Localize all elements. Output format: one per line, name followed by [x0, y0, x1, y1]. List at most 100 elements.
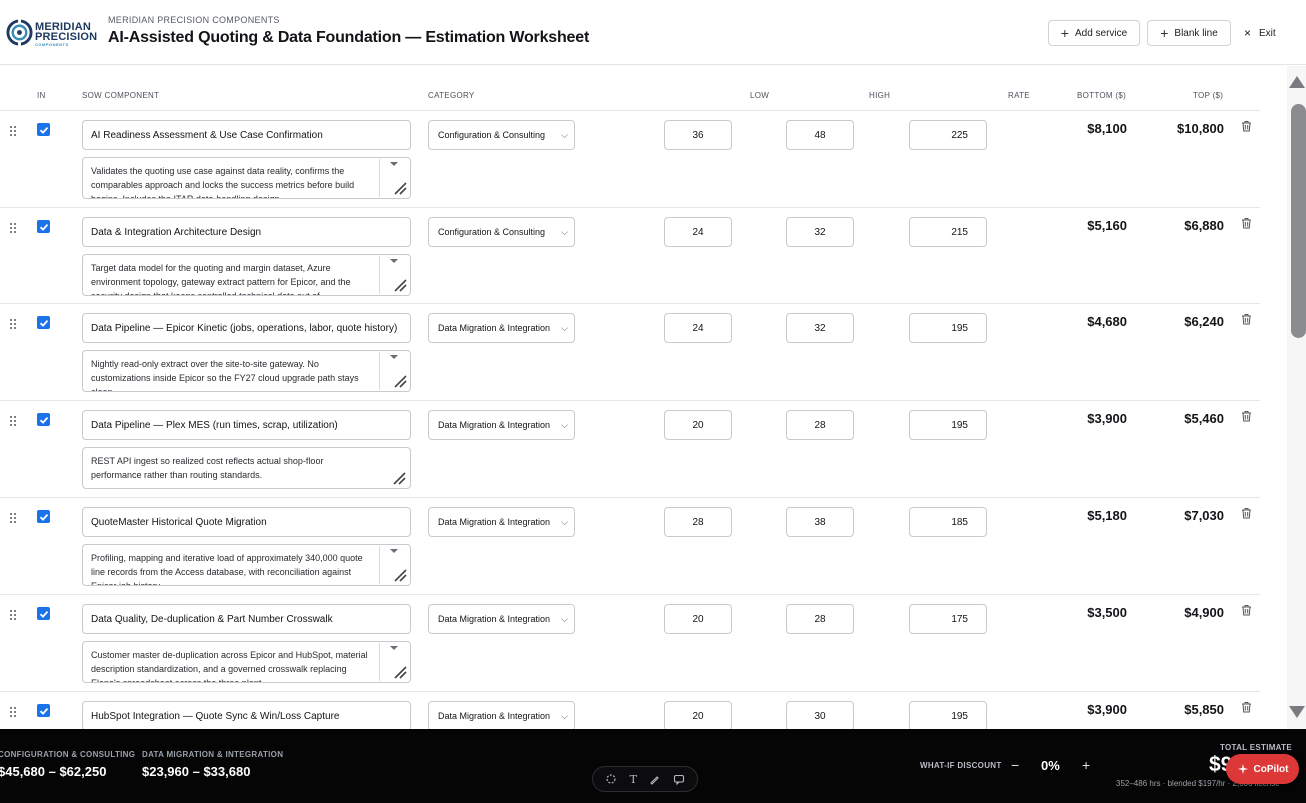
textarea-scrollbar[interactable]	[379, 643, 409, 681]
textarea-scrollbar[interactable]	[379, 159, 409, 197]
rate-input[interactable]: 185	[909, 507, 987, 537]
category-select[interactable]: Data Migration & Integration ⌵	[428, 604, 575, 634]
top-amount: $5,460	[1184, 411, 1224, 426]
high-hours-input[interactable]: 28	[786, 410, 854, 440]
high-hours-input[interactable]: 48	[786, 120, 854, 150]
blank-line-button[interactable]: + Blank line	[1147, 20, 1231, 46]
low-hours-input[interactable]: 24	[664, 313, 732, 343]
textarea-scrollbar[interactable]	[379, 546, 409, 584]
trash-icon[interactable]	[1241, 507, 1252, 519]
component-name-input[interactable]: QuoteMaster Historical Quote Migration	[82, 507, 411, 537]
low-hours-input[interactable]: 28	[664, 507, 732, 537]
drag-handle-icon[interactable]	[10, 126, 16, 136]
component-name-input[interactable]: Data & Integration Architecture Design	[82, 217, 411, 247]
component-name-input[interactable]: Data Quality, De-duplication & Part Numb…	[82, 604, 411, 634]
high-hours-input[interactable]: 32	[786, 313, 854, 343]
low-hours-input[interactable]: 20	[664, 410, 732, 440]
component-name-input[interactable]: Data Pipeline — Epicor Kinetic (jobs, op…	[82, 313, 411, 343]
component-description-textarea[interactable]: Validates the quoting use case against d…	[82, 157, 411, 199]
textarea-resize-area[interactable]	[379, 449, 409, 487]
category-select[interactable]: Configuration & Consulting ⌵	[428, 217, 575, 247]
resize-grip-icon[interactable]	[393, 181, 407, 195]
drag-handle-icon[interactable]	[10, 223, 16, 233]
include-checkbox[interactable]	[37, 510, 50, 523]
scrollbar-thumb[interactable]	[1291, 104, 1306, 338]
discount-decrease-button[interactable]: −	[1011, 757, 1019, 773]
high-hours-input[interactable]: 38	[786, 507, 854, 537]
resize-grip-icon[interactable]	[393, 568, 407, 582]
chevron-down-icon: ⌵	[561, 517, 568, 527]
category-select[interactable]: Data Migration & Integration ⌵	[428, 410, 575, 440]
trash-icon[interactable]	[1241, 313, 1252, 325]
category-select[interactable]: Configuration & Consulting ⌵	[428, 120, 575, 150]
textarea-scrollbar[interactable]	[379, 256, 409, 294]
drag-handle-icon[interactable]	[10, 319, 16, 329]
exit-button[interactable]: × Exit	[1244, 26, 1276, 40]
category-value: Data Migration & Integration	[438, 614, 551, 624]
trash-icon[interactable]	[1241, 217, 1252, 229]
category-select[interactable]: Data Migration & Integration ⌵	[428, 507, 575, 537]
trash-icon[interactable]	[1241, 701, 1252, 713]
checkmark-icon	[39, 707, 48, 715]
scroll-up-icon	[390, 162, 398, 166]
text-tool-icon[interactable]: T	[630, 773, 637, 786]
category-select[interactable]: Data Migration & Integration ⌵	[428, 313, 575, 343]
pen-tool-icon[interactable]	[649, 774, 660, 785]
include-checkbox[interactable]	[37, 316, 50, 329]
component-name-input[interactable]: AI Readiness Assessment & Use Case Confi…	[82, 120, 411, 150]
resize-grip-icon[interactable]	[393, 278, 407, 292]
component-name-input[interactable]: Data Pipeline — Plex MES (run times, scr…	[82, 410, 411, 440]
include-checkbox[interactable]	[37, 704, 50, 717]
magic-select-icon[interactable]	[605, 773, 617, 785]
component-description-textarea[interactable]: REST API ingest so realized cost reflect…	[82, 447, 411, 489]
description-text: REST API ingest so realized cost reflect…	[91, 456, 324, 480]
rate-input[interactable]: 195	[909, 313, 987, 343]
low-hours-input[interactable]: 36	[664, 120, 732, 150]
component-description-textarea[interactable]: Profiling, mapping and iterative load of…	[82, 544, 411, 586]
high-hours-input[interactable]: 32	[786, 217, 854, 247]
component-description-textarea[interactable]: Nightly read-only extract over the site-…	[82, 350, 411, 392]
category-value: Data Migration & Integration	[438, 711, 551, 721]
category-value: Data Migration & Integration	[438, 420, 551, 430]
component-name-input[interactable]: HubSpot Integration — Quote Sync & Win/L…	[82, 701, 411, 729]
high-hours-input[interactable]: 30	[786, 701, 854, 729]
rate-input[interactable]: 175	[909, 604, 987, 634]
high-hours-input[interactable]: 28	[786, 604, 854, 634]
component-description-textarea[interactable]: Customer master de-duplication across Ep…	[82, 641, 411, 683]
component-description-textarea[interactable]: Target data model for the quoting and ma…	[82, 254, 411, 296]
drag-handle-icon[interactable]	[10, 416, 16, 426]
rate-input[interactable]: 215	[909, 217, 987, 247]
add-service-button[interactable]: + Add service	[1048, 20, 1140, 46]
discount-increase-button[interactable]: +	[1082, 757, 1090, 773]
trash-icon[interactable]	[1241, 410, 1252, 422]
trash-icon[interactable]	[1241, 604, 1252, 616]
rate-input[interactable]: 225	[909, 120, 987, 150]
comment-tool-icon[interactable]	[673, 774, 685, 785]
low-hours-input[interactable]: 20	[664, 604, 732, 634]
include-checkbox[interactable]	[37, 413, 50, 426]
include-checkbox[interactable]	[37, 220, 50, 233]
copilot-button[interactable]: CoPilot	[1226, 754, 1299, 784]
resize-grip-icon[interactable]	[392, 471, 406, 485]
checkmark-icon	[39, 610, 48, 618]
low-hours-input[interactable]: 20	[664, 701, 732, 729]
category-select[interactable]: Data Migration & Integration ⌵	[428, 701, 575, 729]
drag-handle-icon[interactable]	[10, 707, 16, 717]
trash-icon[interactable]	[1241, 120, 1252, 132]
rate-input[interactable]: 195	[909, 410, 987, 440]
page-scrollbar[interactable]	[1287, 66, 1306, 730]
table-row: Data Pipeline — Epicor Kinetic (jobs, op…	[0, 304, 1260, 401]
low-hours-input[interactable]: 24	[664, 217, 732, 247]
scroll-down-arrow-icon[interactable]	[1289, 706, 1305, 718]
scroll-up-arrow-icon[interactable]	[1289, 76, 1305, 88]
textarea-scrollbar[interactable]	[379, 352, 409, 390]
include-checkbox[interactable]	[37, 607, 50, 620]
drag-handle-icon[interactable]	[10, 513, 16, 523]
drag-handle-icon[interactable]	[10, 610, 16, 620]
category-total-label: CONFIGURATION & CONSULTING	[0, 750, 136, 759]
include-checkbox[interactable]	[37, 123, 50, 136]
rate-input[interactable]: 195	[909, 701, 987, 729]
resize-grip-icon[interactable]	[393, 374, 407, 388]
resize-grip-icon[interactable]	[393, 665, 407, 679]
blank-line-label: Blank line	[1174, 27, 1218, 39]
